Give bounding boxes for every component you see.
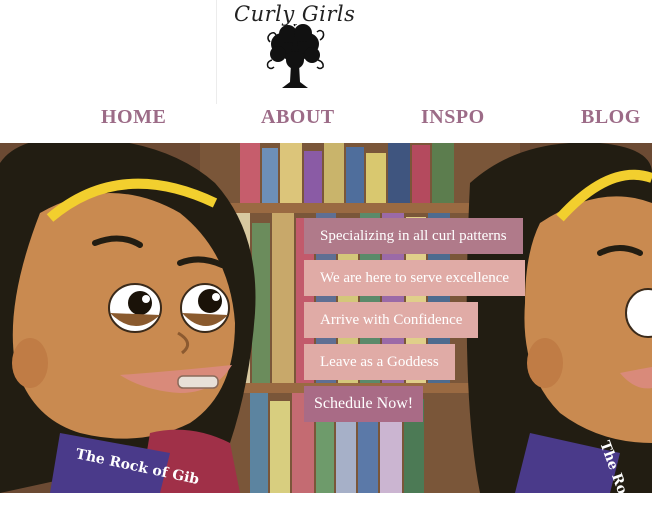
nav-inspo[interactable]: INSPO (421, 106, 485, 129)
header-divider (216, 0, 217, 104)
nav-about[interactable]: ABOUT (261, 106, 335, 129)
tagline-arrive-confidence: Arrive with Confidence (304, 302, 479, 338)
logo-wordmark: Curly Girls (234, 2, 356, 26)
site-header: Curly Girls HOME ABOUT INSPO BLOG (0, 0, 652, 143)
tagline-curl-patterns: Specializing in all curl patterns (304, 218, 523, 254)
site-logo[interactable]: Curly Girls (232, 2, 355, 92)
hero-banner: The Rock of Gib The Ro Specializing in a… (0, 143, 652, 493)
nav-blog[interactable]: BLOG (581, 106, 641, 129)
tagline-serve-excellence: We are here to serve excellence (304, 260, 526, 296)
nav-home[interactable]: HOME (101, 106, 166, 129)
tree-icon (266, 24, 325, 88)
schedule-now-button[interactable]: Schedule Now! (304, 386, 424, 422)
tagline-leave-goddess: Leave as a Goddess (304, 344, 455, 380)
page-bottom (0, 493, 652, 530)
